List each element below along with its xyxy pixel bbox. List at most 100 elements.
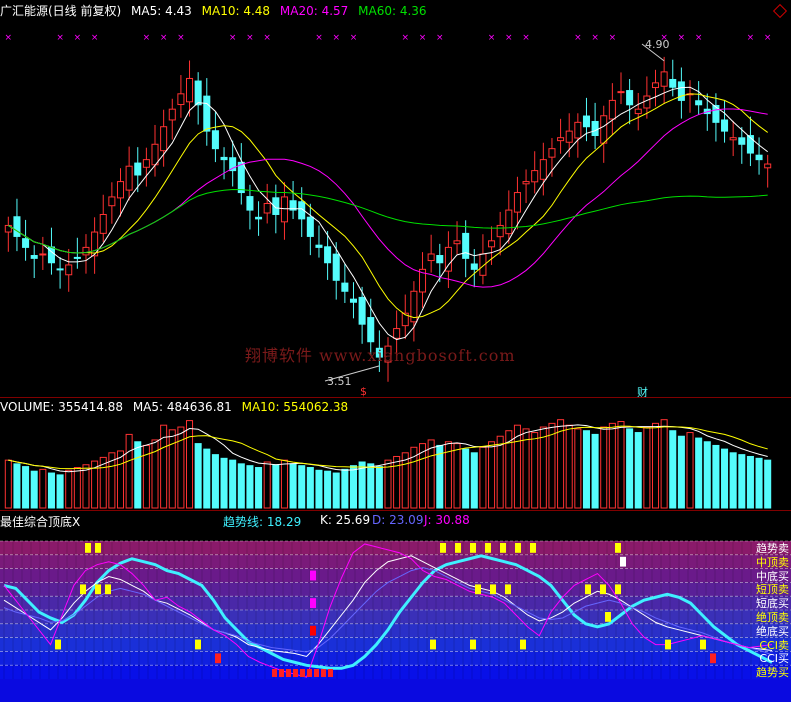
candle-body [160,126,168,152]
vol-ma5-label: MA5: 484636.81 [132,400,232,414]
candle-body [531,170,539,183]
candle-body [436,255,444,264]
signal-block [605,612,611,622]
volume-bar [315,469,323,509]
candle-body [186,77,194,103]
candle-body [358,296,366,325]
candle-body [557,137,565,142]
candle-body [324,246,332,264]
volume-bar [289,463,297,509]
volume-header: VOLUME: 355414.88 MA5: 484636.81 MA10: 5… [0,400,354,414]
candle-body [548,148,556,158]
band-row [0,665,791,679]
candle-body [453,240,461,245]
volume-bar [488,441,496,509]
candle-body [565,130,573,143]
candle-body [246,196,254,211]
candle-body [116,181,125,199]
signal-block [470,639,476,650]
signal-block [600,584,606,595]
ma10-label: MA10: 4.48 [201,4,271,18]
volume-bar [470,452,478,509]
signal-block [620,556,626,567]
signal-block [485,543,491,553]
candle-body [574,121,582,139]
volume-bar [557,419,565,509]
band-row [0,541,791,555]
candle-body [203,95,211,132]
signal-block [307,669,312,677]
candle-body [660,71,668,87]
volume-bar [186,420,194,509]
signal-block [95,543,101,553]
marker-cross: × [764,33,772,43]
price-header: 广汇能源(日线 前复权) MA5: 4.43 MA10: 4.48 MA20: … [0,2,433,19]
volume-bar [738,454,746,509]
volume-bar [349,465,358,509]
volume-bar [548,422,556,509]
volume-bar [332,472,340,509]
marker-cross: × [229,33,237,43]
volume-bar [116,450,125,509]
j-value: J: 30.88 [424,513,470,527]
vol-ma10-label: MA10: 554062.38 [241,400,349,414]
volume-bar [30,470,38,509]
signal-block [665,639,671,650]
marker-cross: × [160,33,168,43]
candle-body [22,238,30,248]
candle-body [255,216,263,220]
band-row [0,637,791,652]
volume-bar [436,444,444,509]
price-panel: × × × × × × × × × × × × × × × × × × × × × × × × × × × 广汇能源(日线 前复权)… [0,0,791,399]
marker-cross: × [401,33,409,43]
marker-cross: × [522,33,530,43]
ma20-label: MA20: 4.57 [279,4,349,18]
signal-block [430,639,436,650]
signal-block [455,543,461,553]
volume-bar [203,448,211,509]
volume-bar [375,466,383,509]
band-label: 趋势买 [756,666,789,680]
volume-bar [298,465,306,509]
signal-block [515,543,521,553]
volume-bar [168,429,176,509]
marker-cross: × [488,33,496,43]
volume-bar [626,428,634,509]
candle-body [669,78,677,88]
ma60-line [8,189,768,254]
volume-bar [229,459,237,509]
candle-body [522,181,530,185]
volume-chart [4,419,772,509]
volume-bar [393,455,401,509]
k-value: K: 25.69 [320,513,371,527]
marker-cross: × [5,33,13,43]
volume-bar [522,428,530,509]
volume-bar [712,444,720,509]
candle-body [237,161,245,194]
candle-body [591,120,599,137]
watermark: 翔博软件 www.xiangbosoft.com [245,346,516,365]
marker-cross: × [419,33,427,43]
volume-bar [695,437,703,509]
candle-body [626,90,634,106]
volume-bar [574,428,582,509]
d-value: D: 23.09 [372,513,424,527]
candle-body [306,216,314,237]
candle-body [582,115,590,128]
candle-body [513,192,521,213]
marker-cross: × [436,33,444,43]
volume-bar [125,433,133,509]
candle-body [125,165,133,191]
candle-body [617,91,625,94]
volume-bar [237,463,245,509]
volume-bar [496,435,504,509]
candle-body [134,162,142,176]
candle-body [677,81,685,101]
volume-bar [677,435,685,509]
volume-bar [582,430,590,509]
candle-body [168,108,176,121]
signal-block [55,639,61,650]
band-row [0,596,791,610]
signal-block [85,543,91,553]
signal-block [310,625,316,636]
